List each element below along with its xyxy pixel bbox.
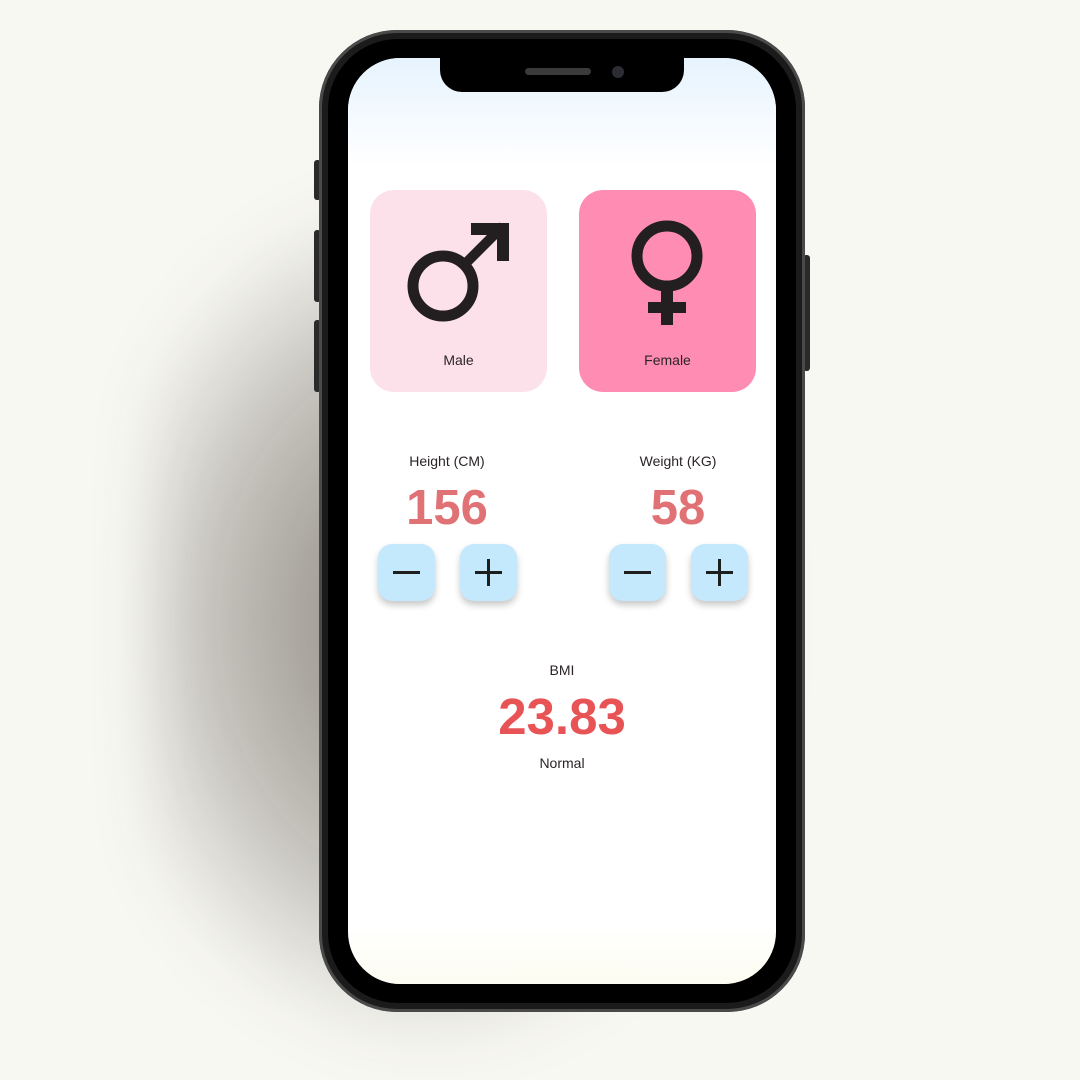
screen-bottom-glow: [348, 924, 776, 984]
plus-icon: [706, 559, 733, 586]
minus-icon: [624, 571, 651, 574]
weight-label: Weight (KG): [639, 453, 717, 469]
notch: [440, 58, 684, 92]
gender-card-male[interactable]: Male: [370, 190, 547, 392]
bmi-category: Normal: [539, 755, 585, 771]
weight-decrement-button[interactable]: [609, 544, 666, 601]
gender-label-male: Male: [443, 352, 474, 368]
mockup-stage: Male Female Height (CM) 156 Weight (KG) …: [0, 0, 1080, 1080]
bmi-label: BMI: [549, 662, 575, 678]
gender-card-female[interactable]: Female: [579, 190, 756, 392]
male-symbol-icon: [407, 222, 509, 322]
weight-value: 58: [650, 481, 706, 535]
height-label: Height (CM): [409, 453, 485, 469]
height-value: 156: [406, 481, 488, 535]
minus-icon: [393, 571, 420, 574]
plus-icon: [475, 559, 502, 586]
app-screen: Male Female Height (CM) 156 Weight (KG) …: [348, 58, 776, 984]
female-symbol-icon: [631, 220, 703, 325]
speaker-grille: [525, 68, 591, 75]
bmi-value: 23.83: [498, 688, 626, 745]
gender-label-female: Female: [644, 352, 691, 368]
height-decrement-button[interactable]: [378, 544, 435, 601]
front-camera: [612, 66, 624, 78]
weight-increment-button[interactable]: [691, 544, 748, 601]
height-increment-button[interactable]: [460, 544, 517, 601]
